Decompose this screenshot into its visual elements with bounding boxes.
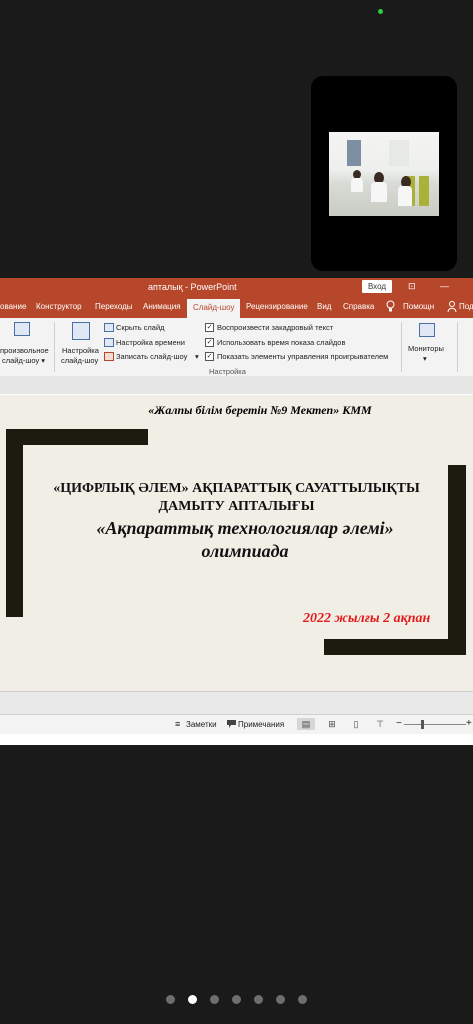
zoom-in-button[interactable]: + xyxy=(466,718,472,729)
monitors-button[interactable]: Мониторы xyxy=(408,344,444,353)
use-timings-label: Использовать время показа слайдов xyxy=(217,338,346,347)
decorative-frame-bottom-right xyxy=(324,639,466,655)
ribbon-tab-bar: ование Конструктор Переходы Анимация Сла… xyxy=(0,296,473,318)
notes-pane[interactable] xyxy=(0,691,473,714)
notes-icon[interactable]: ≡ xyxy=(175,719,180,729)
tab-slideshow[interactable]: Слайд-шоу xyxy=(187,299,241,318)
tab-review[interactable]: Рецензирование xyxy=(246,302,308,311)
ribbon: произвольное слайд-шоу ▾ Настройка слайд… xyxy=(0,318,473,377)
tab-insert-truncated[interactable]: ование xyxy=(0,302,26,311)
status-bar: ≡ Заметки Примечания ▤ ⊞ ▯ ⊤ − + xyxy=(0,714,473,735)
slide-sorter-icon[interactable]: ⊞ xyxy=(323,718,341,730)
page-dot-4[interactable] xyxy=(232,995,241,1004)
window-bottom-edge xyxy=(0,734,473,745)
window-title: апталық - PowerPoint xyxy=(148,282,237,292)
record-slideshow-button[interactable]: Записать слайд-шоу xyxy=(116,352,187,361)
slideshow-view-icon[interactable]: ⊤ xyxy=(371,718,389,730)
video-thumbnail-panel[interactable] xyxy=(311,76,457,271)
show-media-controls-checkbox[interactable]: ✓ xyxy=(205,352,214,361)
show-media-controls-label: Показать элементы управления проигрывате… xyxy=(217,352,389,361)
page-dot-6[interactable] xyxy=(276,995,285,1004)
zoom-slider-thumb[interactable] xyxy=(421,720,424,729)
notes-button[interactable]: Заметки xyxy=(186,720,217,729)
page-dot-3[interactable] xyxy=(210,995,219,1004)
setup-slideshow-label-1[interactable]: Настройка xyxy=(62,346,99,355)
page-dot-5[interactable] xyxy=(254,995,263,1004)
minimize-icon[interactable]: — xyxy=(440,281,449,291)
setup-slideshow-label-2[interactable]: слайд-шоу xyxy=(61,356,98,365)
use-timings-checkbox[interactable]: ✓ xyxy=(205,338,214,347)
decorative-frame-top-left xyxy=(6,429,148,445)
play-narrations-label: Воспроизвести закадровый текст xyxy=(217,323,334,332)
slide-title-line-1[interactable]: «ЦИФРЛЫҚ ӘЛЕМ» АҚПАРАТТЫҚ САУАТТЫЛЫҚТЫ xyxy=(0,481,473,497)
slide-subtitle-line-1[interactable]: «Ақпараттық технологиялар әлемі» xyxy=(0,518,473,539)
title-bar: апталық - PowerPoint Вход ⊡ — xyxy=(0,278,473,296)
slide-title-line-2[interactable]: ДАМЫТУ АПТАЛЫҒЫ xyxy=(0,499,473,515)
hide-slide-icon[interactable] xyxy=(104,323,114,332)
custom-slideshow-icon[interactable] xyxy=(14,322,30,336)
group-label-setup: Настройка xyxy=(209,367,246,376)
setup-slideshow-icon[interactable] xyxy=(72,322,90,340)
hide-slide-button[interactable]: Скрыть слайд xyxy=(116,323,165,332)
rehearse-timings-button[interactable]: Настройка времени xyxy=(116,338,185,347)
tab-share[interactable]: Поде xyxy=(459,302,473,311)
zoom-out-button[interactable]: − xyxy=(396,718,402,729)
monitors-dropdown-arrow[interactable]: ▾ xyxy=(423,354,427,363)
comments-button[interactable]: Примечания xyxy=(238,720,284,729)
slide-organization-text[interactable]: «Жалпы білім беретін №9 Мектеп» КММ xyxy=(0,403,473,418)
slide-canvas[interactable]: «Жалпы білім беретін №9 Мектеп» КММ «ЦИФ… xyxy=(0,395,473,691)
monitor-icon[interactable] xyxy=(419,323,435,337)
share-person-icon[interactable] xyxy=(447,301,457,312)
page-dot-1[interactable] xyxy=(166,995,175,1004)
custom-slideshow-label-2[interactable]: слайд-шоу ▾ xyxy=(2,356,45,365)
tab-transitions[interactable]: Переходы xyxy=(95,302,133,311)
tab-view[interactable]: Вид xyxy=(317,302,331,311)
participant-video-feed xyxy=(329,132,439,216)
slide-date[interactable]: 2022 жылғы 2 ақпан xyxy=(303,611,430,627)
page-dot-2[interactable] xyxy=(188,995,197,1004)
ribbon-display-options-icon[interactable]: ⊡ xyxy=(408,281,416,292)
record-icon[interactable] xyxy=(104,352,114,361)
tab-help[interactable]: Справка xyxy=(343,302,374,311)
comments-icon[interactable] xyxy=(227,720,236,728)
camera-indicator-dot xyxy=(378,9,383,14)
play-narrations-checkbox[interactable]: ✓ xyxy=(205,323,214,332)
zoom-slider-track[interactable] xyxy=(404,724,466,725)
ruler-band xyxy=(0,376,473,394)
reading-view-icon[interactable]: ▯ xyxy=(347,718,365,730)
page-dot-7[interactable] xyxy=(298,995,307,1004)
record-dropdown-arrow[interactable]: ▾ xyxy=(195,352,199,361)
tab-tell-me[interactable]: Помощн xyxy=(403,302,434,311)
slide-subtitle-line-2[interactable]: олимпиада xyxy=(0,541,473,562)
custom-slideshow-label-1[interactable]: произвольное xyxy=(0,346,49,355)
normal-view-icon[interactable]: ▤ xyxy=(297,718,315,730)
signin-button[interactable]: Вход xyxy=(362,280,392,293)
rehearse-timings-icon[interactable] xyxy=(104,338,114,347)
tab-design[interactable]: Конструктор xyxy=(36,302,82,311)
lightbulb-icon[interactable] xyxy=(386,300,395,313)
tab-animations[interactable]: Анимация xyxy=(143,302,181,311)
powerpoint-window: апталық - PowerPoint Вход ⊡ — ование Кон… xyxy=(0,278,473,745)
